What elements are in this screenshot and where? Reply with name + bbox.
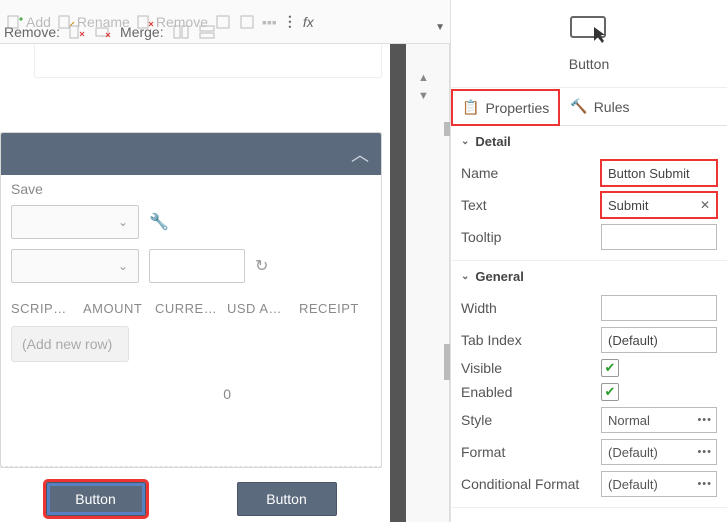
tooltip-input[interactable] xyxy=(601,224,717,250)
form-header[interactable]: ︿ xyxy=(1,133,381,175)
tooltip-label: Tooltip xyxy=(461,229,601,245)
style-combo[interactable]: Normal••• xyxy=(601,407,717,433)
chevron-down-icon: ⌄ xyxy=(118,259,128,273)
inspector-panel: Button 📋 Properties 🔨 Rules ⌄ Detail Nam… xyxy=(450,0,727,522)
width-input[interactable] xyxy=(601,295,717,321)
tabindex-label: Tab Index xyxy=(461,332,601,348)
panel-outline xyxy=(34,44,382,78)
name-input[interactable]: Button Submit xyxy=(601,160,717,186)
format-label: Format xyxy=(461,444,601,460)
toolbar-vmore-icon[interactable]: ⋮ xyxy=(283,13,297,30)
refresh-icon[interactable]: ↻ xyxy=(255,256,268,276)
text-input[interactable] xyxy=(149,249,245,283)
inspector-header: Button xyxy=(451,0,727,88)
chevron-down-icon: ⌄ xyxy=(461,136,469,147)
dropdown-1[interactable]: ⌄ xyxy=(11,205,139,239)
name-label: Name xyxy=(461,165,601,181)
submit-button-canvas[interactable]: Button xyxy=(46,482,146,516)
remove-row-icon[interactable] xyxy=(94,23,112,41)
general-header[interactable]: ⌄ General xyxy=(451,261,727,291)
cond-format-label: Conditional Format xyxy=(461,476,601,492)
more-icon[interactable]: ••• xyxy=(697,446,712,458)
chevron-down-icon: ⌄ xyxy=(118,215,128,229)
merge-label: Merge: xyxy=(120,24,164,40)
rules-icon: 🔨 xyxy=(570,98,587,115)
enabled-checkbox[interactable]: ✔ xyxy=(601,383,619,401)
button-row: Button Button xyxy=(0,466,382,522)
col-header: AMOUNT xyxy=(83,301,155,316)
add-row-button[interactable]: (Add new row) xyxy=(11,326,129,362)
ruler: ▲ ▼ xyxy=(406,44,450,522)
format-combo[interactable]: (Default)••• xyxy=(601,439,717,465)
design-canvas: ︿ Save ⌄ 🔧 ⌄ ↻ SCRIP… AMOUNT CURRE… USD … xyxy=(0,44,390,522)
clear-icon[interactable]: ✕ xyxy=(700,198,710,212)
column-headers: SCRIP… AMOUNT CURRE… USD A… RECEIPT xyxy=(11,301,371,316)
section-title: General xyxy=(475,269,523,284)
save-label: Save xyxy=(11,181,371,197)
toolbar-collapse-icon[interactable]: ▼ xyxy=(435,22,445,33)
visible-checkbox[interactable]: ✔ xyxy=(601,359,619,377)
secondary-button-canvas[interactable]: Button xyxy=(237,482,337,516)
tab-rules[interactable]: 🔨 Rules xyxy=(560,88,639,125)
remove-col-icon[interactable] xyxy=(68,23,86,41)
tab-label: Properties xyxy=(485,100,549,116)
section-title: Detail xyxy=(475,134,510,149)
width-label: Width xyxy=(461,300,601,316)
tabindex-input[interactable]: (Default) xyxy=(601,327,717,353)
text-input-prop[interactable]: Submit ✕ xyxy=(601,192,717,218)
chevron-up-icon: ︿ xyxy=(351,141,369,167)
vertical-divider xyxy=(390,44,406,522)
ruler-arrow-up-icon: ▲ xyxy=(418,72,429,84)
ruler-arrow-down-icon: ▼ xyxy=(418,90,429,102)
cond-format-combo[interactable]: (Default)••• xyxy=(601,471,717,497)
dropdown-2[interactable]: ⌄ xyxy=(11,249,139,283)
detail-header[interactable]: ⌄ Detail xyxy=(451,126,727,156)
enabled-label: Enabled xyxy=(461,384,601,400)
col-header: USD A… xyxy=(227,301,299,316)
button-control-icon xyxy=(569,15,609,52)
toolbar-more-icon[interactable]: ▪▪▪ xyxy=(262,14,277,30)
text-label: Text xyxy=(461,197,601,213)
visible-label: Visible xyxy=(461,360,601,376)
merge-icon-2[interactable] xyxy=(198,23,216,41)
tab-properties[interactable]: 📋 Properties xyxy=(451,89,560,126)
properties-icon: 📋 xyxy=(462,99,479,116)
toolbar: Add Rename Remove ▪▪▪ ⋮ fx Remove: Merge… xyxy=(0,0,455,44)
toolbar-lower: Remove: Merge: xyxy=(0,20,216,44)
fx-button[interactable]: fx xyxy=(303,14,314,30)
style-label: Style xyxy=(461,412,601,428)
general-section: ⌄ General Width Tab Index (Default) Visi… xyxy=(451,261,727,508)
total-value: 0 xyxy=(11,386,371,402)
remove-label: Remove: xyxy=(4,24,60,40)
inspector-title: Button xyxy=(569,56,609,72)
tab-label: Rules xyxy=(594,99,630,115)
col-header: SCRIP… xyxy=(11,301,83,316)
toolbar-icon-2[interactable] xyxy=(238,13,256,31)
chevron-down-icon: ⌄ xyxy=(461,271,469,282)
col-header: CURRE… xyxy=(155,301,227,316)
inspector-tabs: 📋 Properties 🔨 Rules xyxy=(451,88,727,126)
wrench-icon[interactable]: 🔧 xyxy=(149,212,169,232)
detail-section: ⌄ Detail Name Button Submit Text Submit … xyxy=(451,126,727,261)
merge-icon-1[interactable] xyxy=(172,23,190,41)
more-icon[interactable]: ••• xyxy=(697,414,712,426)
more-icon[interactable]: ••• xyxy=(697,478,712,490)
form-panel: ︿ Save ⌄ 🔧 ⌄ ↻ SCRIP… AMOUNT CURRE… USD … xyxy=(0,132,382,468)
col-header: RECEIPT xyxy=(299,301,371,316)
toolbar-icon-1[interactable] xyxy=(214,13,232,31)
